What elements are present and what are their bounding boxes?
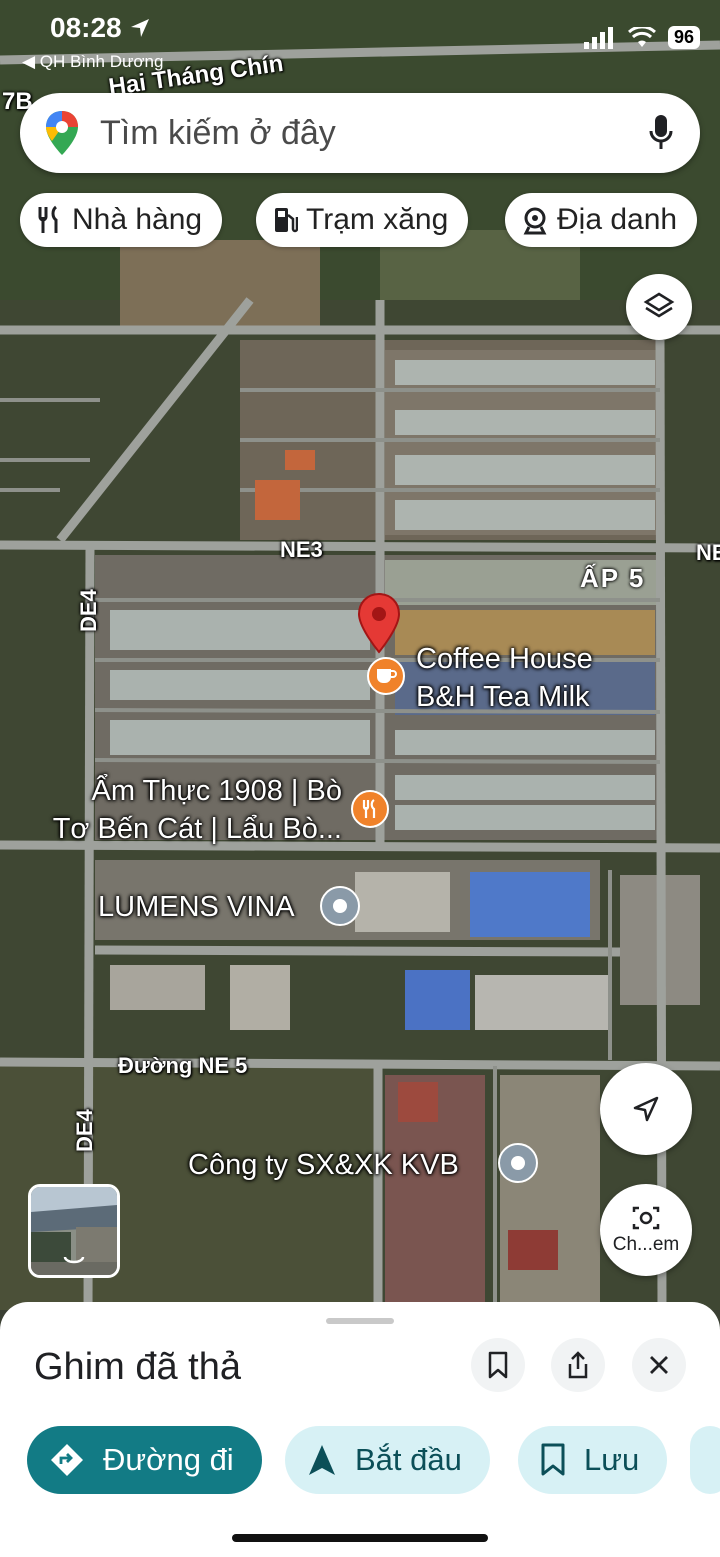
cellular-signal-icon — [583, 26, 613, 49]
close-icon — [650, 1356, 668, 1374]
search-bar[interactable] — [20, 93, 700, 173]
location-marker-icon[interactable] — [498, 1143, 538, 1183]
save-label: Lưu — [584, 1442, 640, 1477]
road-label-de4-lower: DE4 — [72, 1109, 97, 1152]
street-view-thumbnail[interactable] — [28, 1184, 120, 1278]
landmark-icon — [523, 207, 547, 235]
layers-button[interactable] — [626, 274, 692, 340]
bookmark-icon — [541, 1443, 565, 1476]
start-label: Bắt đầu — [355, 1442, 462, 1477]
gas-pump-icon — [275, 208, 298, 233]
area-label-ap-5: ẤP 5 — [580, 563, 646, 593]
camera-lens-icon — [632, 1206, 660, 1230]
search-input[interactable] — [100, 113, 620, 153]
chip-gas-stations-label: Trạm xăng — [306, 203, 449, 236]
home-indicator — [232, 1534, 488, 1542]
road-label-ne-edge: NE — [696, 540, 720, 565]
chip-restaurants[interactable]: Nhà hàng — [20, 193, 223, 247]
microphone-icon[interactable] — [648, 113, 674, 153]
directions-icon — [51, 1444, 83, 1476]
sheet-title: Ghim đã thả — [34, 1346, 241, 1388]
sheet-drag-handle[interactable] — [326, 1318, 394, 1324]
place-label-coffee-line2: B&H Tea Milk — [416, 681, 590, 713]
share-icon-button[interactable] — [551, 1338, 605, 1392]
save-icon-button[interactable] — [471, 1338, 525, 1392]
restaurant-icon[interactable] — [351, 790, 389, 828]
bookmark-outline-icon — [488, 1351, 508, 1379]
place-bottom-sheet[interactable]: Ghim đã thả Đường đi Bắt đầu Lưu — [0, 1302, 720, 1557]
chip-restaurants-label: Nhà hàng — [72, 203, 203, 236]
google-maps-logo-icon — [46, 111, 78, 155]
road-label-ne5: Đường NE 5 — [118, 1053, 248, 1078]
more-actions-button-partial[interactable] — [690, 1426, 720, 1494]
status-time-text: 08:28 — [50, 12, 122, 43]
directions-button[interactable]: Đường đi — [27, 1426, 262, 1494]
lens-button-label: Ch...em — [612, 1234, 680, 1255]
wifi-icon — [627, 26, 656, 47]
share-icon — [568, 1351, 588, 1379]
place-label-am-thuc[interactable]: Ẩm Thực 1908 | Bò Tơ Bến Cát | Lẩu Bò... — [30, 772, 342, 848]
save-button[interactable]: Lưu — [518, 1426, 668, 1494]
navigation-arrow-outline-icon — [633, 1096, 659, 1122]
place-label-coffee-line1: Coffee House — [416, 643, 593, 675]
location-arrow-icon — [131, 19, 150, 37]
start-button[interactable]: Bắt đầu — [285, 1426, 490, 1494]
back-to-app-link[interactable]: ◀ QH Bình Dương — [22, 52, 163, 72]
fork-knife-icon — [38, 205, 58, 233]
place-label-coffee-house[interactable]: Coffee House B&H Tea Milk — [416, 640, 593, 716]
chip-gas-stations[interactable]: Trạm xăng — [256, 193, 469, 247]
status-bar: 08:28 ◀ QH Bình Dương 96 — [0, 0, 720, 80]
directions-label: Đường đi — [103, 1442, 234, 1477]
chip-landmarks[interactable]: Địa danh — [505, 193, 698, 247]
status-icons: 96 — [583, 26, 700, 49]
place-label-cong-ty-kvb[interactable]: Công ty SX&XK KVB — [188, 1146, 459, 1184]
my-location-button[interactable] — [600, 1063, 692, 1155]
street-view-preview-image — [31, 1187, 117, 1275]
status-time: 08:28 — [50, 12, 151, 44]
close-sheet-button[interactable] — [632, 1338, 686, 1392]
dropped-pin-icon[interactable] — [356, 592, 402, 656]
chip-landmarks-label: Địa danh — [557, 203, 678, 236]
location-marker-icon[interactable] — [320, 886, 360, 926]
navigation-arrow-icon — [309, 1445, 335, 1475]
lens-search-button[interactable]: Ch...em — [600, 1184, 692, 1276]
road-label-ne3: NE3 — [280, 537, 323, 562]
battery-indicator: 96 — [667, 26, 700, 49]
layers-icon — [643, 292, 675, 318]
place-label-am-thuc-line1: Ẩm Thực 1908 | Bò — [91, 775, 342, 807]
road-label-de4-upper: DE4 — [76, 589, 101, 632]
coffee-cup-icon[interactable] — [367, 657, 405, 695]
place-label-lumens-vina[interactable]: LUMENS VINA — [98, 888, 295, 926]
place-label-am-thuc-line2: Tơ Bến Cát | Lẩu Bò... — [52, 813, 342, 845]
